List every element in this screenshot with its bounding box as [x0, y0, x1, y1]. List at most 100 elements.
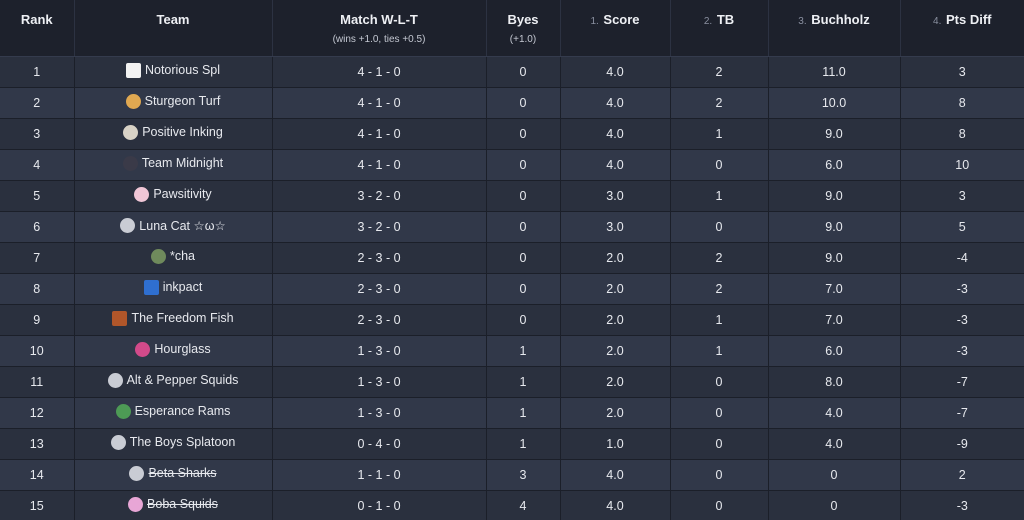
table-row[interactable]: 9 The Freedom Fish 2 - 3 - 0 0 2.0 1 7.0 -3	[0, 304, 1024, 336]
score-cell: 4.0	[560, 459, 671, 491]
buchholz-cell: 7.0	[768, 304, 901, 336]
byes-cell: 0	[486, 149, 561, 181]
rank-cell: 2	[0, 87, 75, 119]
column-header-rank[interactable]: Rank	[0, 0, 75, 57]
pts-diff-cell: -7	[900, 397, 1024, 429]
table-row[interactable]: 4 Team Midnight 4 - 1 - 0 0 4.0 0 6.0 10	[0, 149, 1024, 181]
pts-diff-cell: 5	[900, 211, 1024, 243]
pts-diff-cell: -7	[900, 366, 1024, 398]
column-header-match[interactable]: Match W-L-T (wins +1.0, ties +0.5)	[272, 0, 487, 57]
column-header-score[interactable]: 1. Score	[560, 0, 671, 57]
tb-cell: 0	[670, 428, 769, 460]
team-link[interactable]: inkpact	[143, 279, 202, 295]
team-link[interactable]: Team Midnight	[122, 155, 223, 171]
pts-diff-cell: -3	[900, 335, 1024, 367]
rank-cell: 8	[0, 273, 75, 305]
team-name: Notorious Spl	[144, 63, 221, 77]
rank-cell: 5	[0, 180, 75, 212]
tb-cell: 2	[670, 56, 769, 88]
team-link[interactable]: Notorious Spl	[125, 62, 221, 78]
buchholz-cell: 9.0	[768, 242, 901, 274]
sturgeon-logo-icon	[125, 93, 141, 109]
team-link[interactable]: Esperance Rams	[115, 403, 230, 419]
team-cell: *cha	[74, 242, 273, 274]
team-name: *cha	[169, 249, 196, 263]
tb-cell: 0	[670, 459, 769, 491]
pts-diff-cell: 2	[900, 459, 1024, 491]
table-row[interactable]: 14 Beta Sharks 1 - 1 - 0 3 4.0 0 0 2	[0, 459, 1024, 491]
score-cell: 2.0	[560, 242, 671, 274]
score-cell: 2.0	[560, 304, 671, 336]
byes-cell: 0	[486, 180, 561, 212]
team-name: Alt & Pepper Squids	[126, 373, 239, 387]
tb-cell: 0	[670, 397, 769, 429]
team-name: Luna Cat ☆ω☆	[139, 218, 226, 233]
rank-cell: 10	[0, 335, 75, 367]
table-row[interactable]: 13 The Boys Splatoon 0 - 4 - 0 1 1.0 0 4.0 -9	[0, 428, 1024, 460]
pts-diff-cell: -4	[900, 242, 1024, 274]
inkpact-logo-icon	[143, 279, 159, 295]
hourglass-logo-icon	[135, 341, 151, 357]
team-link[interactable]: Luna Cat ☆ω☆	[120, 217, 226, 233]
boba-squids-logo-icon	[128, 496, 144, 512]
table-row[interactable]: 2 Sturgeon Turf 4 - 1 - 0 0 4.0 2 10.0 8	[0, 87, 1024, 119]
table-row[interactable]: 12 Esperance Rams 1 - 3 - 0 1 2.0 0 4.0 -7	[0, 397, 1024, 429]
team-link[interactable]: Beta Sharks	[129, 465, 217, 481]
table-row[interactable]: 11 Alt & Pepper Squids 1 - 3 - 0 1 2.0 0 8.0 -7	[0, 366, 1024, 398]
rank-cell: 12	[0, 397, 75, 429]
rank-cell: 7	[0, 242, 75, 274]
match-scoring-note: (wins +1.0, ties +0.5)	[332, 34, 426, 45]
byes-cell: 1	[486, 366, 561, 398]
team-cell: Luna Cat ☆ω☆	[74, 211, 273, 243]
buchholz-cell: 8.0	[768, 366, 901, 398]
team-link[interactable]: Sturgeon Turf	[125, 93, 220, 109]
match-record-cell: 4 - 1 - 0	[272, 87, 487, 119]
team-link[interactable]: Alt & Pepper Squids	[107, 372, 239, 388]
team-link[interactable]: The Freedom Fish	[112, 310, 234, 326]
team-link[interactable]: The Boys Splatoon	[110, 434, 235, 450]
pts-diff-cell: -3	[900, 304, 1024, 336]
buchholz-cell: 0	[768, 490, 901, 520]
table-body: 1 Notorious Spl 4 - 1 - 0 0 4.0 2 11.0 3 2 Sturge…	[0, 56, 1024, 520]
rank-cell: 6	[0, 211, 75, 243]
pts-diff-cell: -3	[900, 490, 1024, 520]
byes-cell: 1	[486, 428, 561, 460]
standings-table: Rank Team Match W-L-T (wins +1.0, ties +…	[0, 0, 1024, 520]
column-header-tb[interactable]: 2. TB	[670, 0, 769, 57]
team-link[interactable]: Positive Inking	[123, 124, 223, 140]
table-row[interactable]: 10 Hourglass 1 - 3 - 0 1 2.0 1 6.0 -3	[0, 335, 1024, 367]
buchholz-cell: 10.0	[768, 87, 901, 119]
column-header-pts-diff[interactable]: 4. Pts Diff	[900, 0, 1024, 57]
buchholz-cell: 4.0	[768, 428, 901, 460]
buchholz-cell: 6.0	[768, 335, 901, 367]
table-row[interactable]: 8 inkpact 2 - 3 - 0 0 2.0 2 7.0 -3	[0, 273, 1024, 305]
buchholz-cell: 0	[768, 459, 901, 491]
team-cell: Beta Sharks	[74, 459, 273, 491]
column-header-team[interactable]: Team	[74, 0, 273, 57]
byes-cell: 0	[486, 242, 561, 274]
column-header-buchholz[interactable]: 3. Buchholz	[768, 0, 901, 57]
byes-cell: 0	[486, 87, 561, 119]
column-header-byes[interactable]: Byes (+1.0)	[486, 0, 561, 57]
positive-inking-logo-icon	[123, 124, 139, 140]
pts-diff-cell: 8	[900, 87, 1024, 119]
team-link[interactable]: Hourglass	[135, 341, 211, 357]
table-row[interactable]: 15 Boba Squids 0 - 1 - 0 4 4.0 0 0 -3	[0, 490, 1024, 520]
table-row[interactable]: 3 Positive Inking 4 - 1 - 0 0 4.0 1 9.0 8	[0, 118, 1024, 150]
table-row[interactable]: 5 Pawsitivity 3 - 2 - 0 0 3.0 1 9.0 3	[0, 180, 1024, 212]
match-record-cell: 1 - 1 - 0	[272, 459, 487, 491]
table-row[interactable]: 6 Luna Cat ☆ω☆ 3 - 2 - 0 0 3.0 0 9.0 5	[0, 211, 1024, 243]
rank-cell: 9	[0, 304, 75, 336]
match-record-cell: 1 - 3 - 0	[272, 397, 487, 429]
score-cell: 3.0	[560, 211, 671, 243]
pts-diff-cell: 3	[900, 56, 1024, 88]
table-row[interactable]: 1 Notorious Spl 4 - 1 - 0 0 4.0 2 11.0 3	[0, 56, 1024, 88]
team-link[interactable]: Pawsitivity	[134, 186, 212, 202]
team-cell: Hourglass	[74, 335, 273, 367]
team-link[interactable]: Boba Squids	[128, 496, 218, 512]
table-row[interactable]: 7 *cha 2 - 3 - 0 0 2.0 2 9.0 -4	[0, 242, 1024, 274]
team-cell: Alt & Pepper Squids	[74, 366, 273, 398]
tb-cell: 1	[670, 118, 769, 150]
team-link[interactable]: *cha	[150, 248, 196, 264]
buchholz-cell: 11.0	[768, 56, 901, 88]
